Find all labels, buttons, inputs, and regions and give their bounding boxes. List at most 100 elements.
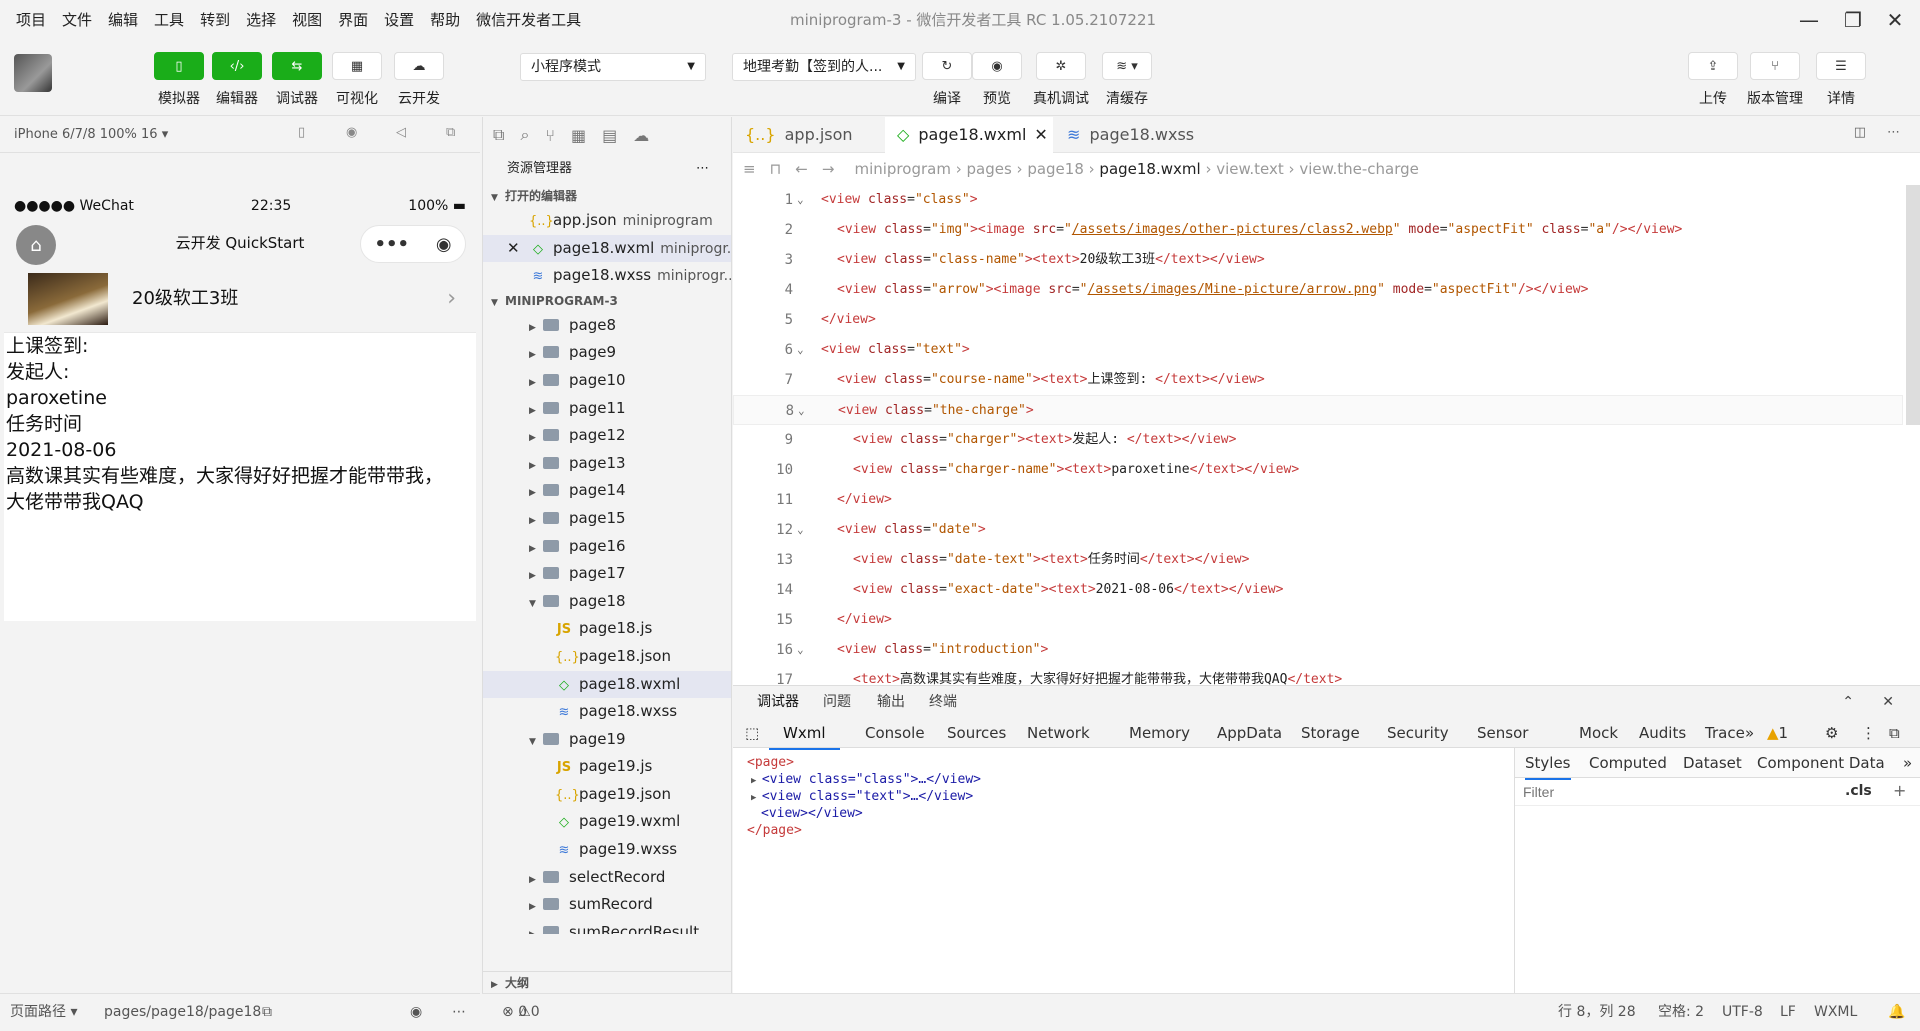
breadcrumb-item[interactable]: view.the-charge <box>1299 160 1419 178</box>
open-editors-header[interactable]: ▼ 打开的编辑器 <box>483 185 731 207</box>
wxml-tree[interactable]: <page> ▶ <view class="class">…</view> ▶ <v… <box>733 748 1515 994</box>
more-icon[interactable]: ⋯ <box>1887 125 1900 140</box>
devtools-top-tab[interactable]: 调试器 <box>757 686 799 720</box>
debugger-toggle[interactable]: ⇆ 调试器 <box>268 52 326 108</box>
inspect-icon[interactable]: ⬚ <box>745 718 759 748</box>
devtools-tab[interactable]: Wxml <box>769 718 840 750</box>
warning-badge[interactable]: ▲ 1 <box>1767 718 1788 748</box>
kebab-icon[interactable]: ⋮ <box>1861 718 1876 748</box>
cloud-button[interactable]: ☁ 云开发 <box>390 52 448 108</box>
editor-tab[interactable]: ≋ page18.wxss <box>1055 117 1205 153</box>
menu-item[interactable]: 微信开发者工具 <box>468 0 589 40</box>
more-icon[interactable]: ••• <box>374 234 409 255</box>
cls-toggle[interactable]: .cls <box>1845 783 1872 799</box>
upload-button[interactable]: ⇪ 上传 <box>1684 52 1742 108</box>
close-icon[interactable]: ✕ <box>1882 686 1894 718</box>
storage-icon[interactable]: ▤ <box>602 126 617 145</box>
git-icon[interactable]: ⑂ <box>545 126 555 145</box>
page-path-select[interactable]: 页面路径 ▾ <box>10 994 77 1031</box>
eye-icon[interactable]: ◉ <box>410 994 422 1031</box>
folder-item[interactable]: ▶ page13 <box>483 450 731 478</box>
devtools-tab[interactable]: Sensor <box>1477 718 1528 748</box>
class-row[interactable]: 20级软工3班 › <box>4 265 476 333</box>
more-icon[interactable]: ⋯ <box>696 153 709 185</box>
menu-item[interactable]: 选择 <box>238 0 284 40</box>
preview-button[interactable]: ◉ 预览 <box>968 52 1026 108</box>
collapse-icon[interactable]: ⌃ <box>1842 686 1854 718</box>
file-item[interactable]: ≋ page19.wxss <box>483 836 731 864</box>
styles-tab[interactable]: Component Data <box>1757 748 1885 778</box>
gear-icon[interactable]: ⚙ <box>1825 718 1838 748</box>
details-button[interactable]: ☰ 详情 <box>1812 52 1870 108</box>
file-item[interactable]: JS page19.js <box>483 753 731 781</box>
wxml-node[interactable]: </page> <box>747 820 802 841</box>
more-tabs-icon[interactable]: » <box>1745 718 1754 748</box>
dock-icon[interactable]: ⧉ <box>1889 718 1900 748</box>
expand-icon[interactable]: ▶ <box>751 776 762 786</box>
simulator-toggle[interactable]: ▯ 模拟器 <box>150 52 208 108</box>
folder-item[interactable]: ▶ page16 <box>483 533 731 561</box>
devtools-tab[interactable]: AppData <box>1217 718 1282 748</box>
folder-item[interactable]: ▶ page10 <box>483 367 731 395</box>
file-item[interactable]: JS page18.js <box>483 615 731 643</box>
file-item[interactable]: {..}page18.json <box>483 643 731 671</box>
folder-item[interactable]: ▶ page9 <box>483 339 731 367</box>
copy-icon[interactable]: ⧉ <box>262 994 272 1031</box>
code-area[interactable]: 1 ⌄ <view class="class"> 2 <view class="img"… <box>733 185 1920 688</box>
close-target-icon[interactable]: ◉ <box>436 234 452 255</box>
folder-item[interactable]: ▶ sumRecordResult <box>483 919 731 934</box>
devtools-top-tab[interactable]: 输出 <box>877 686 905 718</box>
styles-tab[interactable]: Dataset <box>1683 748 1742 778</box>
cursor-position[interactable]: 行 8，列 28 <box>1558 994 1636 1031</box>
file-item[interactable]: ≋ page18.wxss <box>483 698 731 726</box>
folder-item[interactable]: ▼ page18 <box>483 588 731 616</box>
menu-item[interactable]: 工具 <box>146 0 192 40</box>
more-tabs-icon[interactable]: » <box>1903 748 1912 778</box>
maximize-icon[interactable]: ❐ <box>1838 6 1868 34</box>
breadcrumb-item[interactable]: page18.wxml <box>1099 160 1200 178</box>
devtools-tab[interactable]: Mock <box>1579 718 1618 748</box>
menu-item[interactable]: 视图 <box>284 0 330 40</box>
folder-item[interactable]: ▶ page15 <box>483 505 731 533</box>
real-debug-button[interactable]: ✲ 真机调试 <box>1032 52 1090 108</box>
language-mode[interactable]: WXML <box>1814 994 1857 1031</box>
filter-input[interactable] <box>1519 781 1769 803</box>
open-editor-item[interactable]: ≋ page18.wxss miniprogr... <box>483 262 731 290</box>
fold-icon[interactable]: ⌄ <box>797 515 804 545</box>
folder-item[interactable]: ▼ page19 <box>483 726 731 754</box>
line-ending[interactable]: LF <box>1780 994 1796 1031</box>
menu-item[interactable]: 文件 <box>54 0 100 40</box>
project-header[interactable]: ▼ MINIPROGRAM-3 <box>483 290 731 312</box>
phone-icon[interactable]: ▯ <box>298 125 305 140</box>
devtools-tab[interactable]: Sources <box>947 718 1006 748</box>
file-item[interactable]: ◇ page18.wxml <box>483 670 731 699</box>
scrollbar[interactable] <box>1906 185 1920 425</box>
clear-cache-button[interactable]: ≋ ▾ 清缓存 <box>1098 52 1156 108</box>
styles-tab[interactable]: Styles <box>1525 748 1571 780</box>
bookmark-icon[interactable]: ⊓ <box>770 160 782 178</box>
sound-icon[interactable]: ◁ <box>396 125 406 140</box>
fold-icon[interactable]: ⌄ <box>797 185 804 215</box>
open-editor-item[interactable]: ✕ ◇ page18.wxml miniprogr... <box>483 234 731 263</box>
editor-tab[interactable]: ◇ page18.wxml ✕ <box>885 117 1053 153</box>
fold-icon[interactable]: ⌄ <box>797 335 804 365</box>
devtools-tab[interactable]: Trace <box>1705 718 1745 748</box>
indent-setting[interactable]: 空格: 2 <box>1658 994 1704 1031</box>
folder-item[interactable]: ▶ page14 <box>483 477 731 505</box>
devtools-tab[interactable]: Network <box>1027 718 1090 748</box>
devtools-tab[interactable]: Security <box>1387 718 1449 748</box>
outline-header[interactable]: ▶ 大纲 <box>483 971 731 993</box>
breadcrumb-item[interactable]: pages <box>966 160 1011 178</box>
file-item[interactable]: ◇ page19.wxml <box>483 808 731 836</box>
devtools-top-tab[interactable]: 问题 <box>823 686 851 718</box>
folder-item[interactable]: ▶ page8 <box>483 312 731 340</box>
search-icon[interactable]: ⌕ <box>520 125 529 145</box>
expand-icon[interactable]: ▶ <box>751 793 762 803</box>
devtools-tab[interactable]: Console <box>865 718 925 748</box>
back-icon[interactable]: ← <box>795 160 808 178</box>
close-window-icon[interactable]: ✕ <box>1880 6 1910 34</box>
folder-item[interactable]: ▶ selectRecord <box>483 864 731 892</box>
cloud-icon[interactable]: ☁ <box>633 126 649 145</box>
forward-icon[interactable]: → <box>822 160 835 178</box>
breadcrumb-item[interactable]: miniprogram <box>854 160 950 178</box>
